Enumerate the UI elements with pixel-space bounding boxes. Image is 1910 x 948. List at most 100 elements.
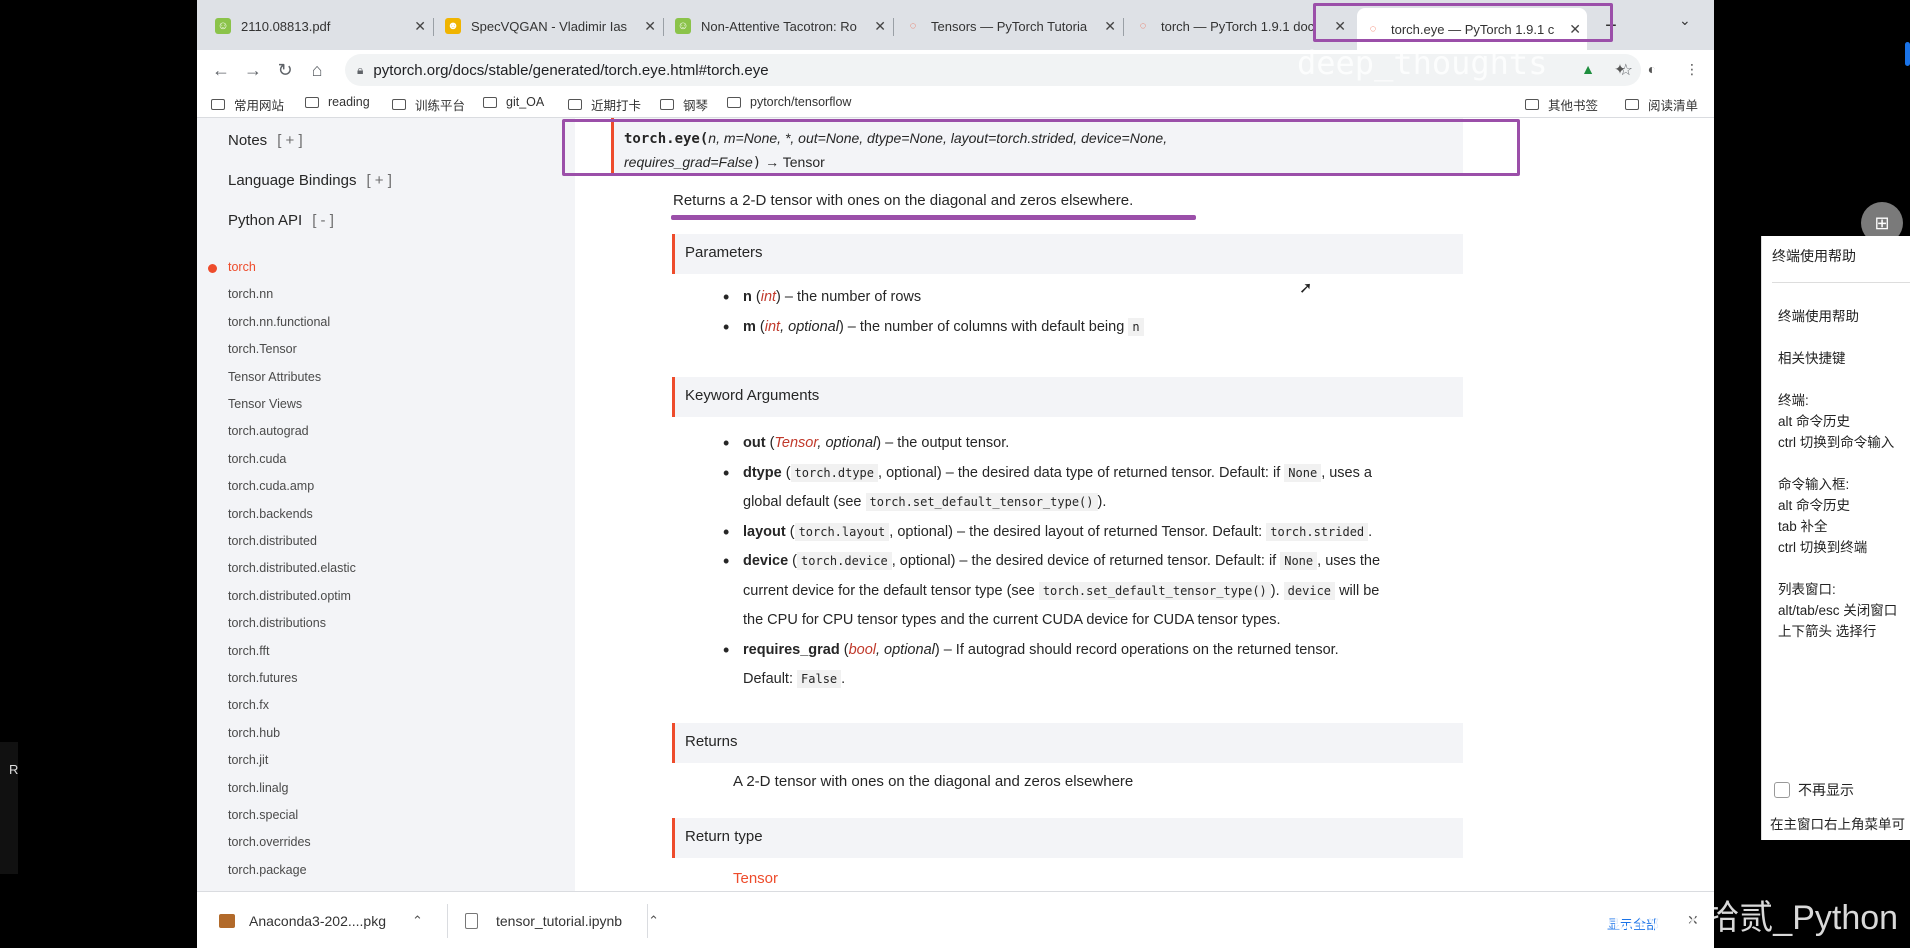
bookmark-folder[interactable]: 钢琴 (660, 95, 708, 114)
chevron-down-icon[interactable]: ⌄ (1679, 12, 1691, 29)
download-item[interactable]: tensor_tutorial.ipynb ⌃ (465, 902, 659, 940)
download-item[interactable]: Anaconda3-202....pkg ⌃ (219, 902, 423, 940)
code-link[interactable]: torch.layout (794, 522, 890, 541)
bookmark-folder[interactable]: pytorch/tensorflow (727, 95, 851, 109)
type-link[interactable]: Tensor (774, 435, 817, 451)
help-header: 终端使用帮助 (1772, 248, 1856, 264)
bookmark-folder[interactable]: reading (305, 95, 370, 109)
sidebar-item[interactable]: torch.distributed (228, 534, 317, 548)
close-icon[interactable]: ✕ (644, 18, 656, 35)
sidebar-item[interactable]: torch.futures (228, 671, 297, 685)
download-separator (447, 904, 448, 938)
help-footer: 在主窗口右上角菜单可 (1770, 817, 1905, 832)
sidebar-item[interactable]: torch.distributed.optim (228, 589, 351, 603)
sidebar-item[interactable]: torch.special (228, 808, 298, 822)
chevron-up-icon[interactable]: ⌃ (412, 913, 423, 929)
param-name: device (743, 553, 789, 569)
bookmark-folder[interactable]: 常用网站 (211, 95, 284, 114)
close-icon[interactable]: ✕ (874, 18, 886, 35)
code-link[interactable]: torch.dtype (790, 463, 879, 482)
close-icon[interactable]: ✕ (414, 18, 426, 35)
keyword-arguments-heading: Keyword Arguments (672, 377, 1463, 417)
param-desc: ) – the number of columns with default b… (838, 318, 1125, 335)
sidebar-item[interactable]: torch.autograd (228, 424, 309, 438)
code-link[interactable]: torch.set_default_tensor_type() (1038, 581, 1271, 600)
tab-separator (893, 18, 894, 36)
current-page-dot (208, 264, 217, 273)
sidebar-item[interactable]: torch.backends (228, 507, 313, 521)
drive-icon[interactable]: ▲ (1579, 60, 1597, 78)
terminal-help-panel: 终端使用帮助 终端使用帮助 相关快捷键 终端: alt 命令历史 ctrl 切换… (1761, 236, 1910, 840)
bookmark-folder[interactable]: 训练平台 (392, 95, 465, 114)
sidebar-heading: Python API (228, 212, 303, 229)
param-desc: will be (1339, 582, 1380, 599)
type-link[interactable]: int (761, 289, 776, 305)
downloads-bar: Anaconda3-202....pkg ⌃ tensor_tutorial.ip… (197, 891, 1714, 948)
sidebar-language-bindings[interactable]: Language Bindings [ + ] (228, 172, 392, 189)
code-literal: device (1283, 581, 1336, 600)
tab-tacotron[interactable]: ☺ Non-Attentive Tacotron: Ro ✕ (667, 8, 892, 44)
returns-text: A 2-D tensor with ones on the diagonal a… (733, 773, 1134, 790)
code-link[interactable]: torch.set_default_tensor_type() (865, 493, 1098, 511)
sidebar-item[interactable]: torch.jit (228, 753, 268, 767)
type-link[interactable]: bool (849, 642, 876, 658)
sidebar-item[interactable]: torch.hub (228, 726, 280, 740)
sidebar-item[interactable]: torch.distributions (228, 616, 326, 630)
param-desc: ) – If autograd should record operations… (934, 641, 1339, 658)
sidebar-item[interactable]: torch.distributed.elastic (228, 561, 356, 575)
file-icon (465, 913, 478, 929)
kwarg-dtype: dtype (torch.dtype, optional) – the desi… (723, 459, 1380, 518)
sidebar-item[interactable]: torch.cuda (228, 452, 286, 466)
sidebar-item[interactable]: torch.linalg (228, 781, 288, 795)
sidebar-notes[interactable]: Notes [ + ] (228, 132, 303, 149)
code-link[interactable]: torch.device (797, 552, 892, 570)
type-link[interactable]: int (765, 319, 780, 335)
sidebar-item[interactable]: Tensor Attributes (228, 370, 321, 384)
returns-heading: Returns (672, 723, 1463, 763)
menu-icon[interactable]: ⋮ (1683, 60, 1701, 78)
bookmark-folder[interactable]: 其他书签 (1525, 95, 1598, 114)
expand-toggle[interactable]: [ + ] (277, 132, 302, 149)
collapse-toggle[interactable]: [ - ] (312, 212, 334, 229)
expand-toggle[interactable]: [ + ] (366, 172, 391, 189)
sidebar-item[interactable]: torch.fx (228, 698, 269, 712)
checkbox[interactable] (1774, 782, 1790, 798)
sidebar-item[interactable]: Tensor Views (228, 397, 302, 411)
bookmark-folder[interactable]: git_OA (483, 95, 544, 109)
sidebar-item[interactable]: torch.fft (228, 644, 269, 658)
bookmark-folder[interactable]: 近期打卡 (568, 95, 641, 114)
doc-content: torch.eye(n, m=None, *, out=None, dtype=… (575, 118, 1714, 891)
folder-icon (568, 99, 582, 110)
sidebar-item[interactable]: torch (228, 260, 256, 274)
sidebar-item[interactable]: torch.nn (228, 287, 273, 301)
forward-icon[interactable]: → (241, 58, 265, 82)
kwarg-layout: layout (torch.layout, optional) – the de… (723, 518, 1380, 548)
extension-icon[interactable]: ◐ (1643, 60, 1661, 78)
pin-icon[interactable]: ✦ (1611, 60, 1629, 78)
reload-icon[interactable]: ↻ (273, 58, 297, 82)
bookmarks-bar: 常用网站 reading 训练平台 git_OA 近期打卡 钢琴 pytorch… (197, 90, 1714, 118)
reading-list[interactable]: 阅读清单 (1625, 95, 1698, 114)
tab-pdf[interactable]: ☺ 2110.08813.pdf ✕ (207, 8, 432, 44)
tab-specvqgan[interactable]: ☻ SpecVQGAN - Vladimir Ias ✕ (437, 8, 662, 44)
param-desc: , optional) – the desired device of retu… (891, 553, 1277, 569)
param-desc: , uses a (1321, 464, 1372, 481)
sidebar-item[interactable]: torch.Tensor (228, 342, 297, 356)
download-name: tensor_tutorial.ipynb (496, 913, 623, 929)
no-show-checkbox-row[interactable]: 不再显示 (1774, 780, 1854, 800)
sidebar-item[interactable]: torch.nn.functional (228, 315, 330, 329)
sidebar-item[interactable]: torch.package (228, 863, 307, 877)
home-icon[interactable]: ⌂ (305, 58, 329, 82)
code-literal: None (1284, 463, 1322, 482)
sidebar-item[interactable]: torch.overrides (228, 835, 311, 849)
return-type-link[interactable]: Tensor (733, 870, 778, 887)
close-icon[interactable]: ✕ (1104, 18, 1116, 35)
sidebar-python-api[interactable]: Python API [ - ] (228, 212, 334, 229)
sidebar-item[interactable]: torch.cuda.amp (228, 479, 314, 493)
docs-sidebar: Notes [ + ] Language Bindings [ + ] Python… (197, 118, 575, 891)
tab-title: Non-Attentive Tacotron: Ro (701, 18, 857, 34)
chevron-up-icon[interactable]: ⌃ (648, 913, 659, 929)
back-icon[interactable]: ← (209, 58, 233, 82)
tab-tensors-tutorial[interactable]: ◌ Tensors — PyTorch Tutoria ✕ (897, 8, 1122, 44)
optional-label: , optional (780, 318, 839, 335)
